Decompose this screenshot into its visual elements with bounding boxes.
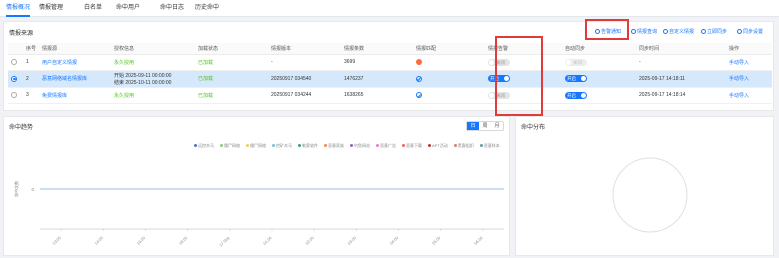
row-load-status: 已加载 xyxy=(195,87,268,104)
row-sync-time: - xyxy=(636,54,726,71)
row-index: 1 xyxy=(23,54,39,71)
row-auth: 永久授用 xyxy=(111,54,195,71)
custom-intel-button[interactable]: 自定义情报 xyxy=(663,28,694,35)
hit-distribution-card: 命中分布 xyxy=(515,116,774,256)
row-sync-time: 2025-09-17 14:18:14 xyxy=(636,87,726,104)
header-select xyxy=(8,43,23,55)
x-tick-label: 15:00 xyxy=(136,235,147,246)
empty-pie-ring xyxy=(612,157,688,233)
header-auth: 授权信息 xyxy=(111,43,195,55)
auth-start: 开始 2025-09-11 00:00:00 xyxy=(114,72,172,79)
tab-overview[interactable]: 情报概况 xyxy=(6,0,31,17)
row-index: 2 xyxy=(23,70,39,88)
tab-hit-users[interactable]: 命中用户 xyxy=(116,0,140,17)
panel-title: 情报来源 xyxy=(9,31,34,37)
row-load-status: 已加载 xyxy=(195,70,268,88)
check-circle-icon xyxy=(416,92,422,99)
x-tick-label: 13:00 xyxy=(51,235,62,246)
row-load-status: 已加载 xyxy=(195,54,268,71)
table-row[interactable]: 1 用户自定义情报 永久授用 已加载 - 3699 关闭 关闭 - 手动导入 xyxy=(8,54,772,71)
header-version: 情报版本 xyxy=(268,43,341,55)
header-load: 加载状态 xyxy=(195,43,268,55)
row-sync-time: 2025-09-17 14:18:11 xyxy=(636,70,726,88)
tab-hit-logs[interactable]: 命中日志 xyxy=(160,0,184,17)
row-version: - xyxy=(268,54,341,71)
header-match: 情报匹配 xyxy=(413,43,485,55)
x-tick-label: 04:00 xyxy=(389,235,400,246)
distribution-chart xyxy=(612,157,688,233)
sync-toggle: 关闭 xyxy=(565,58,587,66)
manual-import-link[interactable]: 手动导入 xyxy=(726,70,772,88)
manual-import-link[interactable]: 手动导入 xyxy=(726,54,772,71)
search-icon xyxy=(631,29,636,34)
header-source: 情报源 xyxy=(39,43,111,55)
x-tick-label: 14:00 xyxy=(93,235,104,246)
tab-history-hits[interactable]: 历史命中 xyxy=(195,0,219,17)
sync-icon xyxy=(701,29,706,34)
header-action: 操作 xyxy=(726,43,772,55)
x-tick-label: 02:00 xyxy=(304,235,315,246)
row-count: 3699 xyxy=(341,54,413,71)
check-circle-icon xyxy=(416,75,422,82)
tab-intel-management[interactable]: 情报管理 xyxy=(39,0,63,17)
intel-source-panel: 情报来源 告警通知 情报查询 自定义情报 立即同步 同步设置 序号 情报源 授权… xyxy=(3,19,774,116)
row-version: 20250917 034540 xyxy=(268,70,341,88)
row-source-link[interactable]: 恶意网络域名情报库 xyxy=(39,70,111,88)
table-row[interactable]: 3 免费情报库 永久授用 已加载 20250917 034244 1638265… xyxy=(8,87,772,104)
row-source-link[interactable]: 免费情报库 xyxy=(39,87,111,104)
tab-whitelist[interactable]: 白名单 xyxy=(84,0,102,17)
x-tick-label: 06:00 xyxy=(473,235,484,246)
gear-icon xyxy=(737,29,742,34)
y-tick-label: 0 xyxy=(31,187,34,192)
row-auth: 永久授用 xyxy=(111,87,195,104)
sync-toggle[interactable]: 开启 xyxy=(565,91,587,99)
table-header: 序号 情报源 授权信息 加载状态 情报版本 情报条数 情报匹配 情报告警 自动同… xyxy=(8,43,772,55)
x-tick-label: 16:00 xyxy=(178,235,189,246)
row-radio[interactable] xyxy=(11,75,17,82)
x-tick-label: 03:00 xyxy=(346,235,357,246)
header-count: 情报条数 xyxy=(341,43,413,55)
sync-now-button[interactable]: 立即同步 xyxy=(701,28,727,35)
manual-import-link[interactable]: 手动导入 xyxy=(726,87,772,104)
row-radio[interactable] xyxy=(11,92,17,99)
warning-icon xyxy=(416,59,422,66)
row-radio[interactable] xyxy=(11,59,17,66)
top-tabs: 情报概况 情报管理 白名单 命中用户 命中日志 历史命中 xyxy=(0,0,779,17)
annotation-highlight-alert-column xyxy=(495,36,543,116)
sync-settings-button[interactable]: 同步设置 xyxy=(737,28,763,35)
table-row[interactable]: 2 恶意网络域名情报库 开始 2025-09-11 00:00:00 结束 202… xyxy=(8,70,772,88)
x-tick-label: 17 Sep xyxy=(218,235,231,248)
trend-chart: 0 命中次数 13:00 14:00 15:00 16:00 17 Sep 01:00 02:0… xyxy=(13,181,504,248)
row-count: 1638265 xyxy=(341,87,413,104)
intel-query-button[interactable]: 情报查询 xyxy=(631,28,657,35)
intel-source-table: 序号 情报源 授权信息 加载状态 情报版本 情报条数 情报匹配 情报告警 自动同… xyxy=(8,43,772,104)
row-auth: 开始 2025-09-11 00:00:00 结束 2025-10-11 00:0… xyxy=(111,70,195,88)
row-index: 3 xyxy=(23,87,39,104)
x-tick-label: 05:00 xyxy=(431,235,442,246)
y-axis-label: 命中次数 xyxy=(13,181,19,197)
auth-end: 结束 2025-10-11 00:00:00 xyxy=(114,79,172,86)
row-count: 1476237 xyxy=(341,70,413,88)
header-sync: 自动同步 xyxy=(562,43,636,55)
hit-trend-card: 命中趋势 日 周 月 远控木马 僵尸网络 僵尸网络 挖矿木马 勒索软件 恶意家族 钓鱼网站恶… xyxy=(3,116,510,256)
header-index: 序号 xyxy=(23,43,39,55)
x-tick-label: 01:00 xyxy=(262,235,273,246)
header-sync-time: 同步时间 xyxy=(636,43,726,55)
annotation-highlight-alert-button xyxy=(585,19,629,40)
row-source-link[interactable]: 用户自定义情报 xyxy=(39,54,111,71)
sync-toggle[interactable]: 开启 xyxy=(565,75,587,83)
row-version: 20250917 034244 xyxy=(268,87,341,104)
plus-icon xyxy=(663,29,668,34)
